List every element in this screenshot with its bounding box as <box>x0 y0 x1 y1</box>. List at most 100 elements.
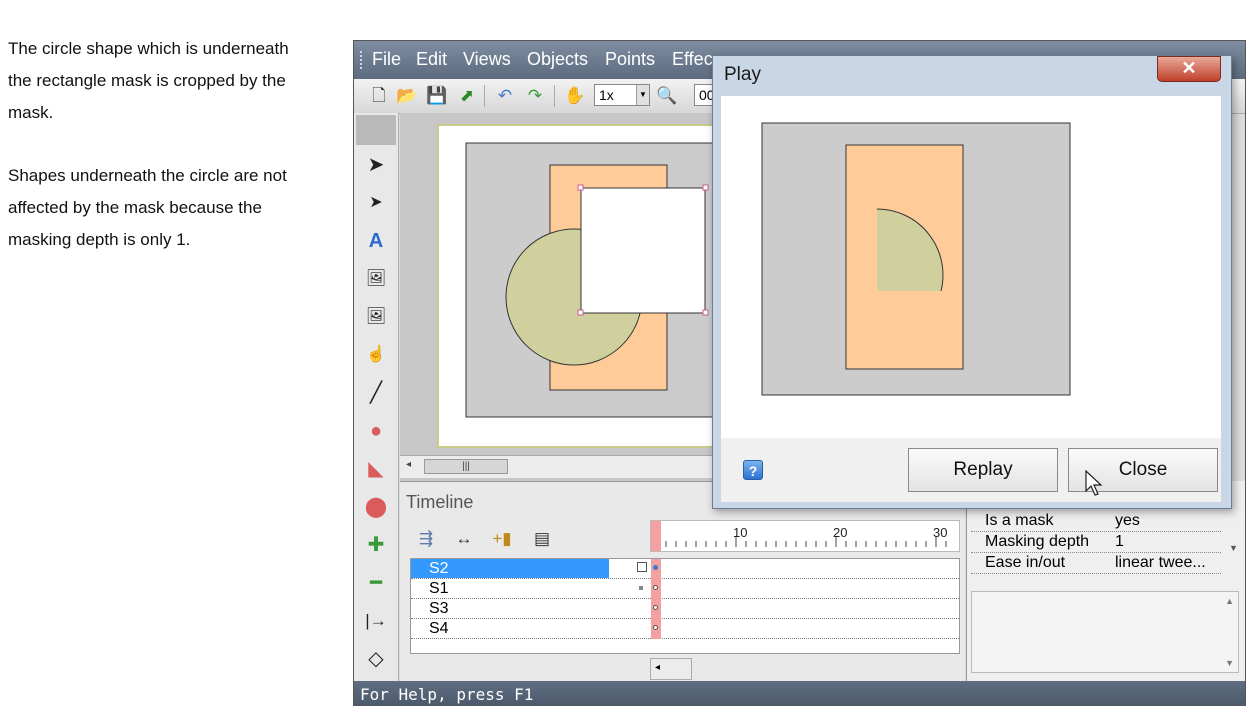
selection-handle[interactable] <box>577 184 584 191</box>
chevron-down-icon[interactable]: ▼ <box>636 85 649 105</box>
replay-button[interactable]: Replay <box>908 448 1058 492</box>
menu-effects[interactable]: Effec <box>672 49 713 70</box>
selection-handle[interactable] <box>577 309 584 316</box>
insert-layer-icon[interactable]: ⇶ <box>414 528 438 550</box>
layer-list: S2 S1 S3 S4 <box>410 558 960 654</box>
motion-path-icon[interactable]: |→ <box>362 607 390 635</box>
paragraph-mask-depth: Shapes underneath the circle are not aff… <box>8 160 348 256</box>
mask-rectangle-shape[interactable] <box>580 187 706 314</box>
layer-row-s1[interactable]: S1 <box>411 579 959 599</box>
new-file-icon[interactable]: 🗋 <box>368 85 390 107</box>
properties-panel: Is a mask yes Masking depth 1 Ease in/ou… <box>966 481 1245 681</box>
open-folder-icon[interactable]: 📂 <box>396 85 418 107</box>
property-value[interactable]: linear twee... <box>1115 554 1206 572</box>
line-tool-icon[interactable]: ╱ <box>362 379 390 407</box>
select-arrow-icon[interactable]: ➤ <box>362 151 390 179</box>
menu-views[interactable]: Views <box>463 49 511 70</box>
property-row[interactable]: Is a mask yes <box>971 511 1221 532</box>
keyframe-dot <box>653 585 658 590</box>
mask-checkbox[interactable] <box>637 562 647 572</box>
image-sequence-icon[interactable]: 🖼 <box>362 303 390 331</box>
property-row[interactable]: Ease in/out linear twee... <box>971 553 1221 574</box>
close-icon[interactable]: ✕ <box>1157 56 1221 82</box>
keyframe-cell[interactable] <box>651 579 661 599</box>
image-icon[interactable]: 🖼 <box>362 265 390 293</box>
zoom-in-icon[interactable]: 🔍 <box>656 85 678 107</box>
menu-objects[interactable]: Objects <box>527 49 588 70</box>
polygon-tool-icon[interactable]: ◣ <box>362 455 390 483</box>
layer-name: S1 <box>429 580 449 597</box>
property-key: Is a mask <box>985 512 1054 529</box>
stretch-icon[interactable]: ↔ <box>452 528 476 550</box>
paragraph-mask-crop: The circle shape which is underneath the… <box>8 33 348 129</box>
scroll-down-icon[interactable]: ▼ <box>1225 658 1234 668</box>
dialog-title: Play <box>724 64 761 85</box>
text-line: the rectangle mask is cropped by the <box>8 71 286 90</box>
preview-canvas <box>721 96 1221 438</box>
shape-tool-icon[interactable]: ⬤ <box>362 493 390 521</box>
menu-edit[interactable]: Edit <box>416 49 447 70</box>
timeline-title: Timeline <box>406 492 474 512</box>
point-select-icon[interactable]: ➤ <box>362 189 390 217</box>
layer-row-s3[interactable]: S3 <box>411 599 959 619</box>
circle-tool-icon[interactable]: ● <box>362 417 390 445</box>
property-row[interactable]: Masking depth 1 <box>971 532 1221 553</box>
text-line: affected by the mask because the <box>8 198 262 217</box>
stage-canvas[interactable] <box>400 113 720 455</box>
masked-indicator <box>639 586 643 590</box>
tick-group <box>665 537 947 547</box>
stage-area <box>400 113 720 485</box>
property-key: Masking depth <box>985 533 1090 550</box>
toolbar-separator <box>484 85 485 107</box>
scroll-down-icon[interactable]: ▼ <box>1229 543 1238 553</box>
menu-grip <box>360 51 365 69</box>
ruler-ticks <box>665 537 947 547</box>
selection-handle[interactable] <box>702 309 709 316</box>
timeline-scrollbar[interactable]: ◂ <box>650 658 692 680</box>
scroll-thumb[interactable]: ||| <box>424 459 508 474</box>
add-point-icon[interactable]: ✚ <box>362 531 390 559</box>
add-frame-icon[interactable]: +▮ <box>490 528 514 550</box>
hand-icon[interactable]: ✋ <box>564 85 586 107</box>
help-icon[interactable]: ? <box>743 460 763 480</box>
selection-handle[interactable] <box>702 184 709 191</box>
layer-row-s4[interactable]: S4 <box>411 619 959 639</box>
menu-points[interactable]: Points <box>605 49 655 70</box>
fill-bucket-icon[interactable]: ◇ <box>362 645 390 673</box>
undo-icon[interactable]: ↶ <box>494 85 516 107</box>
layer-row-s2[interactable]: S2 <box>411 559 959 579</box>
timeline-ruler[interactable]: 10 20 30 <box>650 520 960 552</box>
scroll-left-icon[interactable]: ◂ <box>406 459 411 470</box>
menu-file[interactable]: File <box>372 49 401 70</box>
property-value[interactable]: yes <box>1115 512 1140 530</box>
export-icon[interactable]: ⬈ <box>456 85 478 107</box>
keyframe-cell[interactable] <box>651 559 661 579</box>
remove-point-icon[interactable]: ━ <box>362 569 390 597</box>
property-description: ▲ ▼ <box>971 591 1239 673</box>
keyframe-dot <box>653 565 658 570</box>
tool-palette: ➤ ➤ A 🖼 🖼 ☝ ╱ ● ◣ ⬤ ✚ ━ |→ ◇ <box>354 113 399 681</box>
play-dialog: Play ✕ ? Replay Close <box>712 55 1232 509</box>
ruler-label: 20 <box>833 525 848 540</box>
ruler-label: 30 <box>933 525 948 540</box>
text-line: mask. <box>8 103 54 122</box>
text-tool-icon[interactable]: A <box>362 227 390 255</box>
scroll-up-icon[interactable]: ▲ <box>1225 596 1234 606</box>
property-value[interactable]: 1 <box>1115 533 1124 551</box>
stage-horizontal-scrollbar[interactable]: ◂ ||| <box>400 455 720 478</box>
dialog-footer: ? Replay Close <box>721 438 1221 502</box>
redo-icon[interactable]: ↷ <box>524 85 546 107</box>
layer-name: S3 <box>429 600 449 617</box>
keyframe-cell[interactable] <box>651 619 661 639</box>
button-tool-icon[interactable]: ☝ <box>362 341 390 369</box>
zoom-select[interactable]: 1x ▼ <box>594 84 650 106</box>
properties-table: Is a mask yes Masking depth 1 Ease in/ou… <box>971 511 1221 574</box>
properties-icon[interactable]: ▤ <box>530 528 554 550</box>
scroll-left-icon[interactable]: ◂ <box>655 662 660 673</box>
mouse-cursor-icon <box>1085 470 1103 496</box>
zoom-value: 1x <box>599 87 614 103</box>
save-icon[interactable]: 💾 <box>426 85 448 107</box>
preview-svg <box>761 122 1071 396</box>
timeline-panel: Timeline ⇶ ↔ +▮ ▤ ? <box>400 481 965 682</box>
keyframe-cell[interactable] <box>651 599 661 619</box>
